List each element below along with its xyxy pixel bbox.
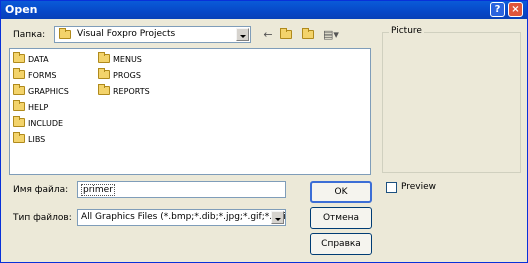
file-name-value: primer xyxy=(81,184,115,196)
file-type-value: All Graphics Files (*.bmp;*.dib;*.jpg;*.… xyxy=(81,212,286,222)
chevron-down-icon[interactable] xyxy=(236,28,249,41)
list-item[interactable]: REPORTS xyxy=(98,84,150,98)
folder-icon xyxy=(98,52,110,63)
look-in-value: Visual Foxpro Projects xyxy=(77,29,176,39)
list-item[interactable]: MENUS xyxy=(98,52,142,66)
folder-icon xyxy=(13,84,25,95)
view-menu-icon[interactable]: ▤▾ xyxy=(321,28,341,42)
file-name-label: Имя файла: xyxy=(13,185,69,195)
list-item[interactable]: FORMS xyxy=(13,68,56,82)
list-item[interactable]: HELP xyxy=(13,100,48,114)
folder-icon xyxy=(98,84,110,95)
folder-icon xyxy=(13,132,25,143)
file-list[interactable]: DATA FORMS GRAPHICS HELP INCLUDE LIBS ME… xyxy=(9,48,371,175)
chevron-down-icon[interactable] xyxy=(271,211,284,224)
file-name-field[interactable]: primer xyxy=(77,181,286,198)
help-button[interactable]: Справка xyxy=(310,233,372,255)
help-title-button[interactable]: ? xyxy=(490,2,505,17)
file-type-select[interactable]: All Graphics Files (*.bmp;*.dib;*.jpg;*.… xyxy=(77,209,286,226)
folder-icon xyxy=(13,116,25,127)
picture-group-title: Picture xyxy=(389,26,424,36)
folder-icon xyxy=(59,28,74,41)
folder-icon xyxy=(13,68,25,79)
close-button[interactable]: × xyxy=(508,2,523,17)
up-folder-icon[interactable] xyxy=(278,28,294,42)
cancel-button[interactable]: Отмена xyxy=(310,207,372,229)
look-in-label: Папка: xyxy=(13,30,46,40)
folder-icon xyxy=(13,52,25,63)
back-arrow-icon[interactable]: ← xyxy=(260,28,276,42)
title-bar[interactable]: Open ? × xyxy=(1,1,527,19)
list-item[interactable]: GRAPHICS xyxy=(13,84,69,98)
picture-group xyxy=(382,32,521,173)
file-type-label: Тип файлов: xyxy=(13,213,72,223)
list-item[interactable]: DATA xyxy=(13,52,49,66)
folder-icon xyxy=(13,100,25,111)
folder-icon xyxy=(98,68,110,79)
preview-checkbox[interactable] xyxy=(386,182,397,193)
preview-label: Preview xyxy=(401,182,437,192)
ok-button[interactable]: OK xyxy=(310,181,372,203)
list-item[interactable]: INCLUDE xyxy=(13,116,63,130)
look-in-combo[interactable]: Visual Foxpro Projects xyxy=(54,26,251,43)
list-item[interactable]: LIBS xyxy=(13,132,45,146)
open-dialog: Open ? × Папка: Visual Foxpro Projects ←… xyxy=(0,0,528,263)
window-title: Open xyxy=(5,3,38,16)
new-folder-icon[interactable] xyxy=(300,28,316,42)
list-item[interactable]: PROGS xyxy=(98,68,141,82)
